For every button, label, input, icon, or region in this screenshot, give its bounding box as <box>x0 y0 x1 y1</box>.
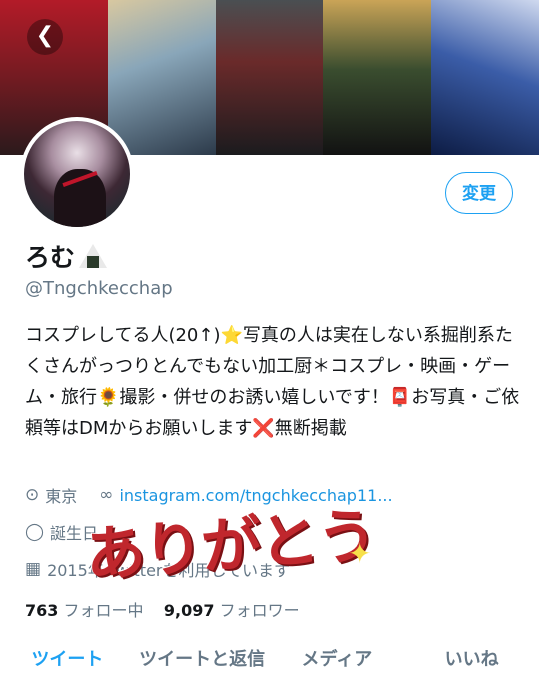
followers-count: 9,097 <box>163 601 215 620</box>
back-button[interactable]: ❮ <box>27 19 63 55</box>
tab-media[interactable]: メディア <box>270 640 405 680</box>
location-text: 東京 <box>45 487 78 506</box>
location-pin-icon: ⊙ <box>25 485 40 505</box>
banner-photo-4 <box>323 0 432 155</box>
profile-bio: コスプレしてる人(20↑)⭐写真の人は実在しない系掘削系たくさんがっつりとんでも… <box>25 325 520 439</box>
banner-photo-2 <box>107 0 216 155</box>
calendar-icon: ▦ <box>25 559 42 579</box>
tab-likes[interactable]: いいね <box>404 640 539 680</box>
rice-ball-icon <box>79 244 108 268</box>
following-link[interactable]: 763 フォロー中 <box>25 601 149 620</box>
profile-tabs: ツイート ツイートと返信 メディア いいね <box>0 640 539 680</box>
followers-link[interactable]: 9,097 フォロワー <box>164 601 300 620</box>
user-handle: @Tngchkecchap <box>25 278 173 299</box>
edit-profile-button[interactable]: 変更 <box>445 172 513 214</box>
banner-photo-5 <box>431 0 539 155</box>
follow-stats: 763 フォロー中 9,097 フォロワー <box>25 597 300 621</box>
display-name: ろむ <box>25 238 108 274</box>
following-count: 763 <box>25 601 59 620</box>
balloon-icon: ◯ <box>25 522 45 542</box>
sparkle-icon: ✦ <box>348 537 372 570</box>
tab-tweets[interactable]: ツイート <box>0 640 135 680</box>
followers-label: フォロワー <box>219 601 300 620</box>
link-icon: ∞ <box>99 485 114 505</box>
avatar[interactable] <box>20 117 134 231</box>
tab-tweets-and-replies[interactable]: ツイートと返信 <box>135 640 270 680</box>
following-label: フォロー中 <box>63 601 144 620</box>
banner-photo-3 <box>215 0 324 155</box>
chevron-left-icon: ❮ <box>35 23 55 48</box>
